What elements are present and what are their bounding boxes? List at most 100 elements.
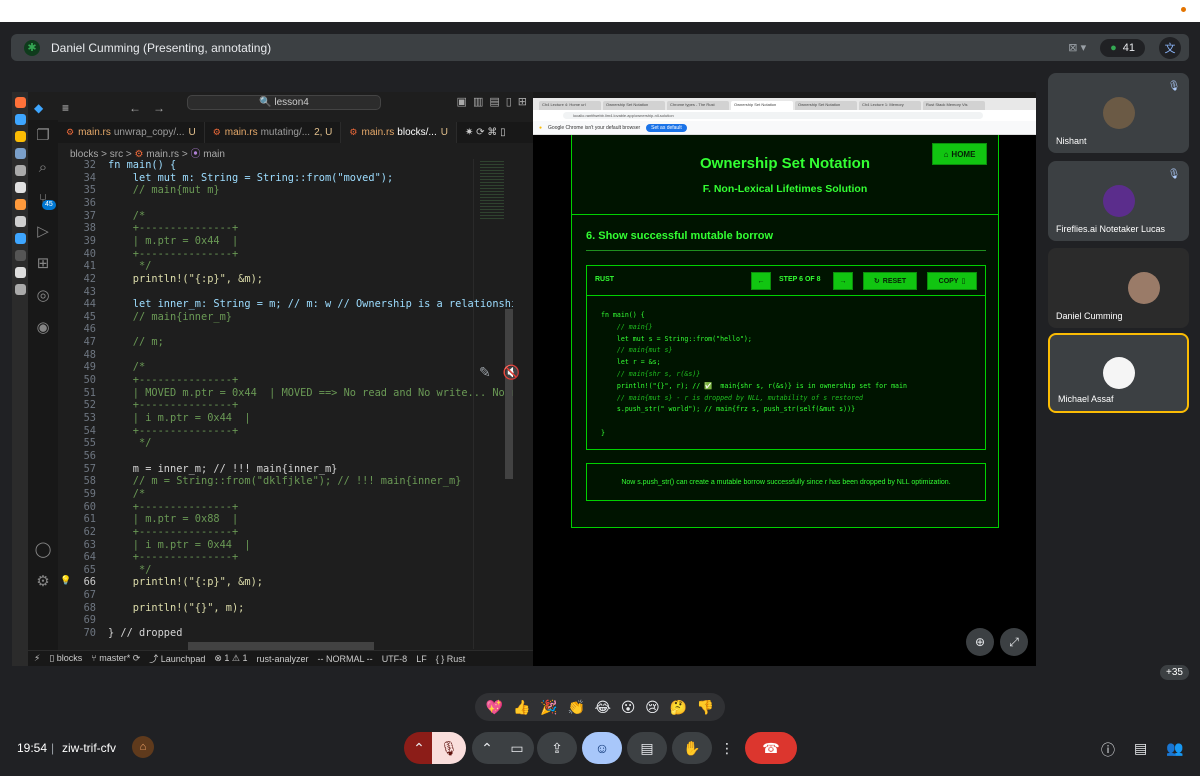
text-editor-icon[interactable] bbox=[14, 216, 26, 227]
more-participants-badge[interactable]: +35 bbox=[1160, 665, 1189, 680]
prev-step-button[interactable]: ← bbox=[751, 272, 771, 290]
trash-icon[interactable] bbox=[14, 284, 26, 295]
code-line[interactable]: 48 bbox=[58, 349, 108, 362]
mute-share-icon[interactable]: 🔇 bbox=[503, 364, 520, 381]
code-line[interactable]: 39 | m.ptr = 0x44 | bbox=[58, 235, 239, 248]
url-field[interactable]: localio.rantfiwebb.lim4.lovable.app/owne… bbox=[563, 112, 983, 119]
account-icon[interactable]: ◯ bbox=[28, 534, 58, 566]
reaction-emoji[interactable]: 🎉 bbox=[540, 699, 557, 716]
code-line[interactable]: 54 +---------------+ bbox=[58, 425, 239, 438]
set-default-button[interactable]: Set as default bbox=[646, 123, 687, 132]
remote-status-icon[interactable]: ⚡ bbox=[34, 653, 40, 664]
reaction-emoji[interactable]: 🤔 bbox=[669, 699, 686, 716]
remote-icon[interactable]: ◉ bbox=[28, 312, 58, 344]
chrome-icon[interactable] bbox=[14, 131, 26, 142]
audio-options-button[interactable]: ⌃ bbox=[404, 732, 434, 764]
run-debug-icon[interactable]: ▷ bbox=[28, 216, 58, 248]
code-line[interactable]: 43 bbox=[58, 286, 108, 299]
reactions-button[interactable]: ☺ bbox=[582, 732, 622, 764]
copy-button[interactable]: COPY ▯ bbox=[927, 272, 977, 290]
reaction-emoji[interactable]: 💖 bbox=[486, 699, 503, 716]
participant-tile[interactable]: Daniel Cumming bbox=[1048, 248, 1189, 328]
lightbulb-icon[interactable]: 💡 bbox=[60, 576, 71, 586]
command-search[interactable]: 🔍 lesson4 bbox=[187, 95, 381, 110]
code-line[interactable]: 67 bbox=[58, 589, 108, 602]
code-line[interactable]: 34 let mut m: String = String::from("mov… bbox=[58, 172, 394, 185]
gear-icon[interactable]: ⚙ bbox=[28, 566, 58, 598]
gitlens-icon[interactable]: ◎ bbox=[28, 280, 58, 312]
fullscreen-icon[interactable]: ⤢ bbox=[1000, 628, 1028, 656]
code-line[interactable]: 37 /* bbox=[58, 210, 146, 223]
leave-call-button[interactable]: ☎ bbox=[745, 732, 797, 764]
code-line[interactable]: 69 bbox=[58, 614, 108, 627]
status-encoding[interactable]: UTF-8 bbox=[382, 654, 408, 664]
code-line[interactable]: 65 */ bbox=[58, 564, 152, 577]
browser-tab[interactable]: Ownership Set Notation bbox=[795, 101, 857, 110]
extensions-icon[interactable]: ⊞ bbox=[28, 248, 58, 280]
host-controls-icon[interactable]: ⌂ bbox=[132, 736, 154, 758]
browser-tab[interactable]: Ch4 Lecture 1: Memory bbox=[859, 101, 921, 110]
editor-tab[interactable]: ⚙ main.rs mutating/... 2, U bbox=[205, 122, 342, 143]
code-line[interactable]: 68 println!("{}", m); bbox=[58, 602, 245, 615]
reaction-emoji[interactable]: 👎 bbox=[697, 699, 714, 716]
document-icon[interactable] bbox=[14, 267, 26, 278]
code-line[interactable]: 35 // main{mut m} bbox=[58, 184, 220, 197]
vscode-dock-icon-2[interactable] bbox=[14, 233, 26, 244]
code-line[interactable]: 42 println!("{:p}", &m); bbox=[58, 273, 263, 286]
code-line[interactable]: 64 +---------------+ bbox=[58, 551, 239, 564]
pen-off-icon[interactable]: ✎ bbox=[479, 364, 491, 381]
browser-tab[interactable]: Ownership Set Notation bbox=[603, 101, 665, 110]
files-icon[interactable] bbox=[14, 148, 26, 159]
folder-status[interactable]: ▯ blocks bbox=[49, 653, 82, 664]
code-line[interactable]: 63 | i m.ptr = 0x44 | bbox=[58, 539, 251, 552]
reaction-emoji[interactable]: 👍 bbox=[513, 699, 530, 716]
reaction-emoji[interactable]: 😂 bbox=[595, 699, 611, 716]
zoom-in-icon[interactable]: ⊕ bbox=[966, 628, 994, 656]
mail-icon[interactable] bbox=[14, 182, 26, 193]
code-line[interactable]: 38 +---------------+ bbox=[58, 222, 239, 235]
participant-tile-active[interactable]: Michael Assaf bbox=[1048, 333, 1189, 413]
code-line[interactable]: 51 | MOVED m.ptr = 0x44 | MOVED ==> No r… bbox=[58, 387, 513, 400]
code-line[interactable]: 32 fn main() { bbox=[58, 159, 177, 172]
explorer-icon[interactable]: ❐ bbox=[28, 120, 58, 152]
code-editor[interactable]: 32 fn main() {34 let mut m: String = Stri… bbox=[58, 159, 513, 649]
code-line[interactable]: 66 println!("{:p}", &m); bbox=[58, 576, 263, 589]
participant-tile[interactable]: 🎙 Fireflies.ai Notetaker Lucas bbox=[1048, 161, 1189, 241]
status-lsp[interactable]: rust-analyzer bbox=[256, 654, 308, 664]
raise-hand-button[interactable]: ✋ bbox=[672, 732, 712, 764]
code-line[interactable]: 40 +---------------+ bbox=[58, 248, 239, 261]
branch-status[interactable]: ⑂ master* ⟳ bbox=[91, 653, 140, 664]
editor-tab[interactable]: ⚙ main.rs unwrap_copy/... U bbox=[58, 122, 205, 143]
editor-actions-icon[interactable]: ✷ ⟳ ⌘ ▯ bbox=[457, 122, 514, 143]
reaction-emoji[interactable]: 😢 bbox=[645, 699, 660, 716]
stop-share-icon[interactable]: ⊠ ▾ bbox=[1068, 41, 1086, 54]
reaction-emoji[interactable]: 😮 bbox=[621, 699, 636, 716]
code-line[interactable]: 45 // main{inner_m} bbox=[58, 311, 232, 324]
firefox-icon[interactable] bbox=[14, 97, 26, 108]
participant-tile[interactable]: 🎙 Nishant bbox=[1048, 73, 1189, 153]
code-line[interactable]: 60 +---------------+ bbox=[58, 501, 239, 514]
chat-icon[interactable]: ▤ bbox=[1134, 740, 1147, 757]
code-line[interactable]: 59 /* bbox=[58, 488, 146, 501]
more-options-icon[interactable]: ⋮ bbox=[716, 732, 738, 764]
reaction-emoji[interactable]: 👏 bbox=[567, 699, 584, 716]
participants-button[interactable]: ● 41 bbox=[1100, 38, 1145, 57]
code-line[interactable]: 50 +---------------+ bbox=[58, 374, 239, 387]
settings-dock-icon[interactable] bbox=[14, 165, 26, 176]
code-line[interactable]: 62 +---------------+ bbox=[58, 526, 239, 539]
captions-button[interactable]: ▤ bbox=[627, 732, 667, 764]
menu-icon[interactable]: ≡ bbox=[62, 101, 69, 115]
terminal-icon[interactable] bbox=[14, 250, 26, 261]
reset-button[interactable]: ↻ RESET bbox=[863, 272, 917, 290]
code-line[interactable]: 56 bbox=[58, 450, 108, 463]
code-line[interactable]: 61 | m.ptr = 0x88 | bbox=[58, 513, 239, 526]
search-icon[interactable]: ⌕ bbox=[28, 152, 58, 184]
browser-tab[interactable]: Chrome types - The Rust bbox=[667, 101, 729, 110]
browser-tab[interactable]: Rust Stack Memory Vis bbox=[923, 101, 985, 110]
status-eol[interactable]: LF bbox=[416, 654, 427, 664]
code-line[interactable]: 58 // m = String::from("dklfjkle"); // !… bbox=[58, 475, 462, 488]
code-line[interactable]: 57 m = inner_m; // !!! main{inner_m} bbox=[58, 463, 338, 476]
code-line[interactable]: 47 // m; bbox=[58, 336, 164, 349]
video-options-button[interactable]: ⌃ bbox=[472, 732, 502, 764]
people-icon[interactable]: 👥 bbox=[1166, 740, 1183, 757]
